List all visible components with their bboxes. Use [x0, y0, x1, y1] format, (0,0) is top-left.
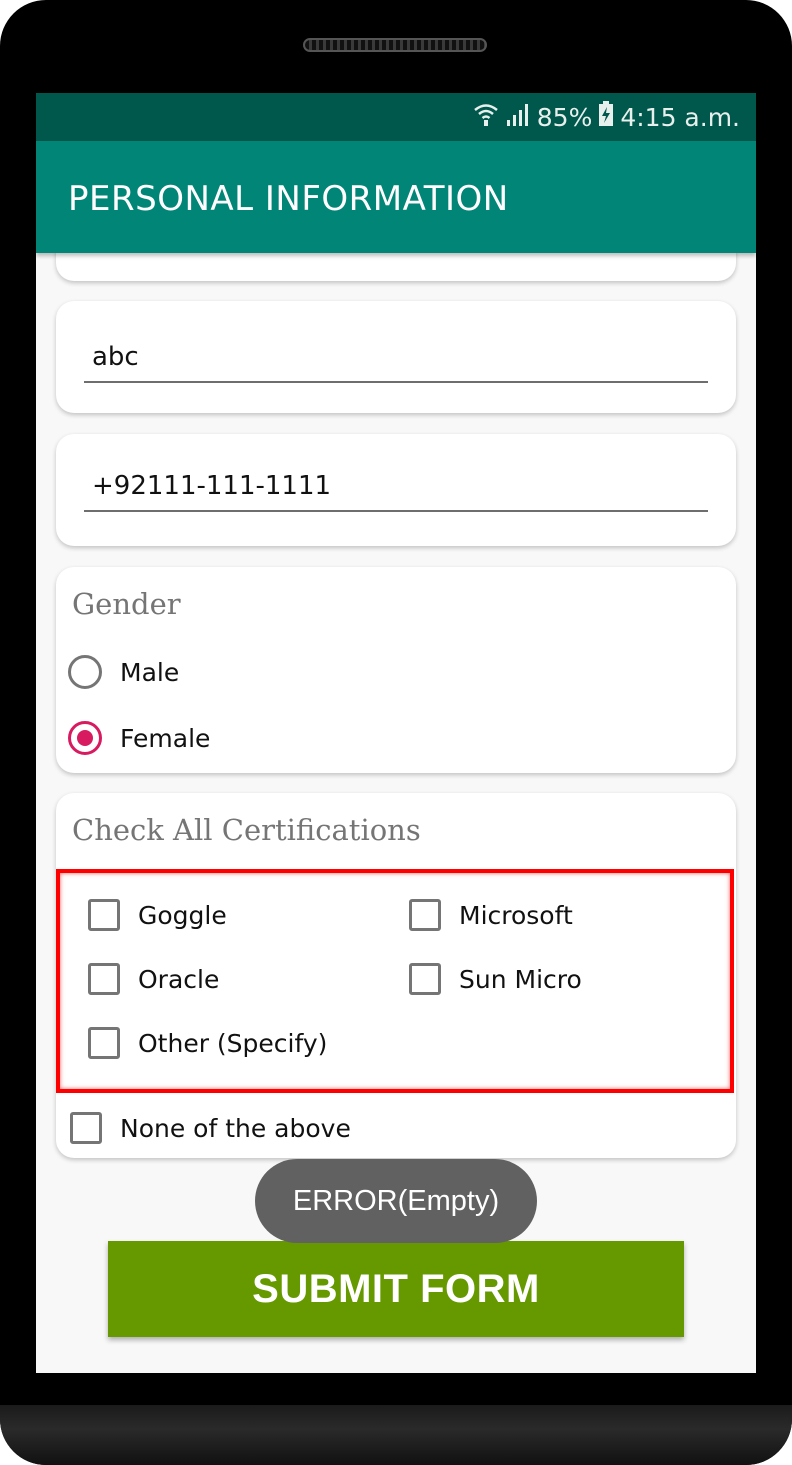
- certifications-error-outline: Goggle Microsoft Oracle Sun Micro Other …: [56, 869, 734, 1093]
- gender-card: Gender Male Female: [56, 567, 736, 773]
- battery-charging-icon: [598, 101, 614, 133]
- radio-female-label: Female: [120, 723, 211, 753]
- radio-male-label: Male: [120, 657, 180, 687]
- checkbox-icon: [409, 963, 441, 995]
- clock: 4:15 a.m.: [620, 102, 740, 132]
- checkbox-sun-micro-label: Sun Micro: [459, 964, 582, 994]
- earpiece-speaker: [303, 38, 487, 52]
- checkbox-microsoft[interactable]: Microsoft: [409, 899, 573, 931]
- app-bar: PERSONAL INFORMATION: [36, 141, 756, 253]
- device-screen: 85% 4:15 a.m. PERSONAL INFORMATION abc +…: [36, 93, 756, 1373]
- checkbox-goggle[interactable]: Goggle: [88, 899, 227, 931]
- certifications-title: Check All Certifications: [72, 813, 421, 847]
- radio-female[interactable]: Female: [68, 721, 210, 755]
- checkbox-icon: [409, 899, 441, 931]
- radio-button-icon: [68, 655, 102, 689]
- checkbox-none-of-the-above[interactable]: None of the above: [70, 1112, 351, 1144]
- checkbox-microsoft-label: Microsoft: [459, 900, 573, 930]
- phone-field-card: +92111-111-1111: [56, 434, 736, 546]
- radio-button-checked-icon: [68, 721, 102, 755]
- radio-male[interactable]: Male: [68, 655, 179, 689]
- name-input[interactable]: abc: [84, 337, 708, 383]
- checkbox-goggle-label: Goggle: [138, 900, 227, 930]
- phone-bottom-bezel: [0, 1405, 792, 1465]
- submit-form-button[interactable]: SUBMIT FORM: [108, 1241, 684, 1337]
- wifi-icon: [473, 101, 499, 133]
- checkbox-other[interactable]: Other (Specify): [88, 1027, 327, 1059]
- checkbox-icon: [88, 963, 120, 995]
- checkbox-icon: [88, 899, 120, 931]
- phone-input[interactable]: +92111-111-1111: [84, 466, 708, 512]
- checkbox-oracle-label: Oracle: [138, 964, 220, 994]
- name-field-card: abc: [56, 301, 736, 413]
- phone-frame: 85% 4:15 a.m. PERSONAL INFORMATION abc +…: [0, 0, 792, 1465]
- signal-icon: [505, 101, 531, 133]
- checkbox-other-label: Other (Specify): [138, 1028, 328, 1058]
- checkbox-oracle[interactable]: Oracle: [88, 963, 219, 995]
- status-bar: 85% 4:15 a.m.: [36, 93, 756, 141]
- battery-percent: 85%: [536, 102, 593, 132]
- gender-title: Gender: [72, 587, 181, 621]
- checkbox-icon: [88, 1027, 120, 1059]
- checkbox-sun-micro[interactable]: Sun Micro: [409, 963, 582, 995]
- checkbox-icon: [70, 1112, 102, 1144]
- page-title: PERSONAL INFORMATION: [68, 179, 509, 219]
- checkbox-none-label: None of the above: [120, 1113, 351, 1143]
- error-toast: ERROR(Empty): [255, 1159, 537, 1243]
